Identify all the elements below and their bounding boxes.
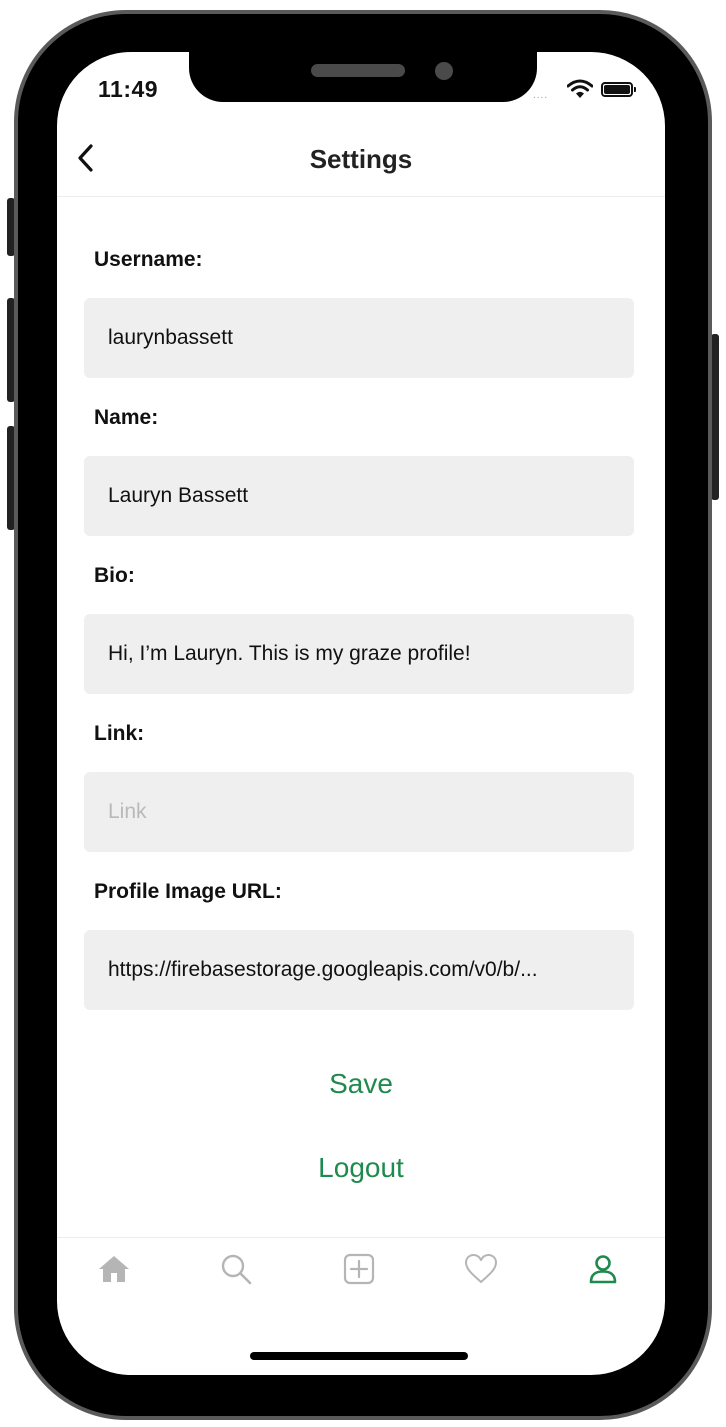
speaker	[311, 64, 405, 77]
save-button[interactable]: Save	[57, 1068, 665, 1100]
search-icon	[221, 1254, 252, 1285]
profile-image-url-label: Profile Image URL:	[94, 880, 282, 903]
battery-icon	[601, 82, 636, 97]
link-field[interactable]	[84, 772, 634, 852]
bio-label: Bio:	[94, 564, 135, 587]
add-square-icon	[343, 1253, 375, 1285]
signal-dots: ....	[533, 90, 549, 101]
bio-field[interactable]	[84, 614, 634, 694]
username-label: Username:	[94, 248, 203, 271]
link-label: Link:	[94, 722, 145, 745]
tab-favorites[interactable]	[451, 1247, 511, 1291]
tab-add[interactable]	[329, 1247, 389, 1291]
heart-icon	[465, 1254, 497, 1283]
nav-divider	[57, 196, 665, 197]
power-button	[711, 334, 719, 500]
home-icon	[99, 1256, 129, 1282]
name-field[interactable]	[84, 456, 634, 536]
tab-search[interactable]	[206, 1247, 266, 1291]
profile-icon	[589, 1255, 617, 1284]
app-screen: 11:49 .... Settings Username: Name: Bio:…	[57, 52, 665, 1375]
notch	[189, 52, 537, 102]
page-title: Settings	[309, 144, 413, 174]
front-camera	[435, 62, 453, 80]
logout-button[interactable]: Logout	[57, 1152, 665, 1184]
username-field[interactable]	[84, 298, 634, 378]
tab-home[interactable]	[84, 1247, 144, 1291]
status-time: 11:49	[98, 76, 159, 102]
profile-image-url-field[interactable]	[84, 930, 634, 1010]
name-label: Name:	[94, 406, 159, 429]
home-indicator	[250, 1352, 468, 1360]
tab-profile[interactable]	[573, 1247, 633, 1291]
tab-bar-divider	[57, 1237, 665, 1238]
wifi-icon	[567, 79, 593, 98]
